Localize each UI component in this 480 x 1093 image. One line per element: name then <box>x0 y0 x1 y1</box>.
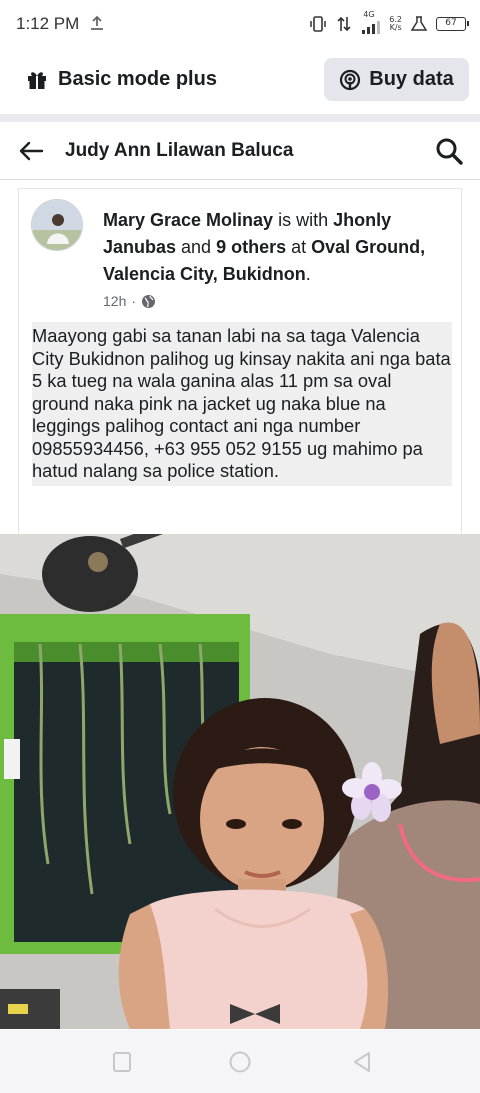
status-time: 1:12 PM <box>16 14 80 33</box>
buy-data-button[interactable]: Buy data <box>324 58 469 101</box>
upload-icon <box>91 15 103 30</box>
globe-icon <box>142 294 156 308</box>
meta-separator: · <box>131 293 137 309</box>
network-speed: 6.2 K/s <box>389 16 402 32</box>
period-text: . <box>305 264 311 284</box>
others-link[interactable]: 9 others <box>216 237 286 257</box>
back-arrow-icon[interactable] <box>18 138 44 164</box>
section-divider <box>0 114 480 122</box>
profile-bar: Judy Ann Lilawan Baluca <box>0 122 480 180</box>
battery-indicator: 67 <box>436 17 469 31</box>
post-photo[interactable] <box>0 534 480 1029</box>
and-text: and <box>176 237 217 257</box>
back-icon[interactable] <box>350 1050 374 1074</box>
post-meta: 12h · <box>103 293 156 309</box>
data-transfer-icon <box>337 16 351 32</box>
podcast-icon <box>340 69 361 90</box>
post-card: Mary Grace Molinay is with Jhonly Januba… <box>18 188 462 534</box>
battery-level: 67 <box>445 18 457 28</box>
profile-title: Judy Ann Lilawan Baluca <box>65 140 294 161</box>
basic-mode-toggle[interactable]: Basic mode plus <box>26 68 217 91</box>
post-time[interactable]: 12h <box>103 293 126 309</box>
system-nav-bar <box>0 1030 480 1093</box>
signal-icon: 4G <box>361 10 381 34</box>
buy-data-label: Buy data <box>369 68 454 90</box>
with-text: is with <box>273 210 334 230</box>
avatar[interactable] <box>31 199 83 251</box>
gift-icon <box>28 71 46 89</box>
author-name[interactable]: Mary Grace Molinay <box>103 210 273 230</box>
recent-apps-icon[interactable] <box>110 1050 134 1074</box>
status-bar: 1:12 PM 4G 6.2 K/s 67 <box>0 0 480 48</box>
flask-icon <box>410 16 428 31</box>
home-icon[interactable] <box>228 1050 252 1074</box>
post-body: Maayong gabi sa tanan labi na sa taga Va… <box>32 322 452 486</box>
speed-unit: K/s <box>389 23 402 32</box>
status-icons: 4G 6.2 K/s 67 <box>309 10 469 36</box>
post-header: Mary Grace Molinay is with Jhonly Januba… <box>103 207 448 288</box>
network-type: 4G <box>363 10 375 19</box>
app-header: Basic mode plus Buy data <box>0 48 480 114</box>
at-text: at <box>286 237 312 257</box>
mode-label: Basic mode plus <box>58 68 217 90</box>
search-icon[interactable] <box>434 136 464 166</box>
vibrate-icon <box>310 16 327 32</box>
